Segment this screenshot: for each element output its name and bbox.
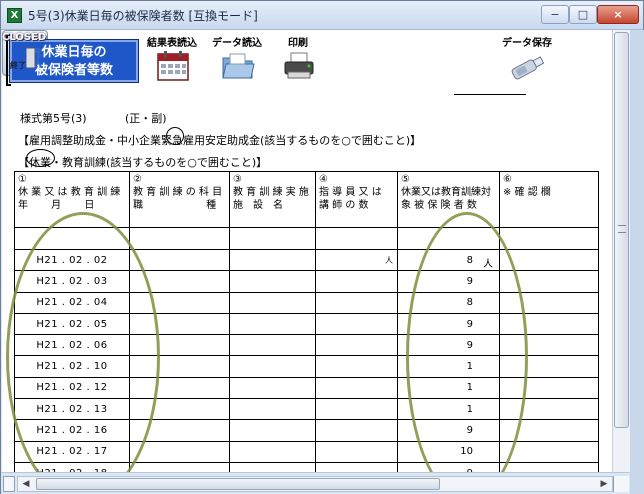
- leave-choice-circle: [26, 149, 55, 167]
- printer-icon: [284, 52, 314, 79]
- instructor-count-cell[interactable]: [315, 461, 398, 472]
- training-facility-cell[interactable]: [229, 270, 316, 293]
- horizontal-scrollbar[interactable]: ◀ ▶: [17, 476, 613, 492]
- training-subject-cell[interactable]: [129, 461, 230, 472]
- training-facility-cell[interactable]: [229, 440, 316, 463]
- app-window: X 5号(3)休業日毎の被保険者数 [互換モード] − □ × 休業日毎の 被保…: [0, 0, 644, 494]
- unit-label: 人: [385, 255, 393, 265]
- maximize-button[interactable]: □: [569, 5, 597, 24]
- vertical-scrollbar[interactable]: [612, 30, 630, 472]
- data-save-label: データ保存: [502, 38, 552, 49]
- closed-label: CLOSED: [2, 32, 47, 43]
- header-training-facility: ③教 育 訓 練 実 施施 設 名: [229, 171, 316, 228]
- instructor-count-cell[interactable]: [315, 376, 398, 400]
- window-title: 5号(3)休業日毎の被保険者数 [互換モード]: [28, 9, 258, 23]
- header-rule: [454, 94, 526, 95]
- close-button[interactable]: ×: [597, 5, 639, 24]
- training-facility-cell[interactable]: [229, 419, 316, 442]
- training-subject-cell[interactable]: [129, 440, 230, 463]
- minimize-button[interactable]: −: [541, 5, 569, 24]
- instructor-count-cell[interactable]: [315, 398, 398, 421]
- grant-choice-circle: [166, 127, 184, 145]
- data-import-label: データ読込: [212, 38, 262, 49]
- form-type: (正・副): [125, 112, 167, 125]
- worksheet-area[interactable]: 休業日毎の 被保険者等数 結果表読込 データ読込 印刷 データ保存 CLOSED…: [2, 30, 612, 472]
- grant-selection-line: 【雇用調整助成金・中小企業緊急雇用安定助成金(該当するものを○で囲むこと)】: [18, 134, 422, 147]
- horizontal-scroll-thumb[interactable]: [36, 478, 440, 490]
- training-facility-cell[interactable]: [229, 461, 316, 472]
- scroll-right-arrow-icon[interactable]: ▶: [596, 477, 612, 491]
- header-training-subject: ②教 育 訓 練 の 科 目職 種: [129, 171, 230, 228]
- print-button[interactable]: 印刷: [268, 32, 328, 88]
- data-import-button[interactable]: データ読込: [207, 32, 267, 88]
- title-bar[interactable]: X 5号(3)休業日毎の被保険者数 [互換モード] − □ ×: [1, 1, 643, 30]
- instructor-count-cell[interactable]: [315, 355, 398, 378]
- window-frame-right: [630, 30, 644, 494]
- exit-person-icon: [26, 47, 43, 69]
- scroll-grip-icon: [618, 225, 626, 233]
- training-facility-cell[interactable]: [229, 248, 316, 272]
- training-subject-cell[interactable]: [129, 248, 230, 272]
- print-label: 印刷: [288, 38, 308, 49]
- training-facility-cell[interactable]: [229, 312, 316, 336]
- horizontal-scroll-area: ◀ ▶: [1, 472, 630, 494]
- training-facility-cell[interactable]: [229, 355, 316, 378]
- training-facility-cell[interactable]: [229, 291, 316, 314]
- toolbar: 休業日毎の 被保険者等数 結果表読込 データ読込 印刷 データ保存 CLOSED…: [2, 30, 612, 95]
- instructor-count-cell[interactable]: [315, 270, 398, 293]
- closed-sub-label: 終了: [10, 61, 26, 70]
- data-save-button[interactable]: データ保存: [492, 32, 562, 88]
- training-facility-cell[interactable]: [229, 398, 316, 421]
- training-facility-cell[interactable]: [229, 376, 316, 400]
- instructor-count-cell[interactable]: 人: [315, 248, 398, 272]
- leave-type-line: 【休業・教育訓練(該当するものを○で囲むこと)】: [18, 156, 268, 169]
- training-facility-cell[interactable]: [229, 334, 316, 357]
- instructor-count-cell[interactable]: [315, 312, 398, 336]
- confirmation-cell[interactable]: [499, 461, 599, 472]
- instructor-count-cell[interactable]: [315, 291, 398, 314]
- instructor-count-cell[interactable]: [315, 334, 398, 357]
- folder-icon: [222, 53, 255, 79]
- form-number: 様式第5号(3): [20, 112, 87, 125]
- resize-corner[interactable]: [613, 476, 629, 492]
- usb-drive-icon: [511, 56, 545, 80]
- header-instructor-count: ④指 導 員 又 は講 師 の 数: [315, 171, 398, 228]
- load-results-button[interactable]: 結果表読込: [142, 32, 202, 88]
- instructor-count-cell[interactable]: [315, 440, 398, 463]
- scroll-left-arrow-icon[interactable]: ◀: [18, 477, 34, 491]
- sheet-nav-button[interactable]: [3, 476, 15, 492]
- vertical-scroll-thumb[interactable]: [614, 32, 629, 428]
- load-results-label: 結果表読込: [147, 38, 197, 49]
- calendar-icon: [157, 51, 189, 81]
- header-confirmation: ⑥ ※ 確 認 欄: [499, 171, 599, 228]
- excel-icon[interactable]: X: [7, 8, 22, 23]
- instructor-count-cell[interactable]: [315, 419, 398, 442]
